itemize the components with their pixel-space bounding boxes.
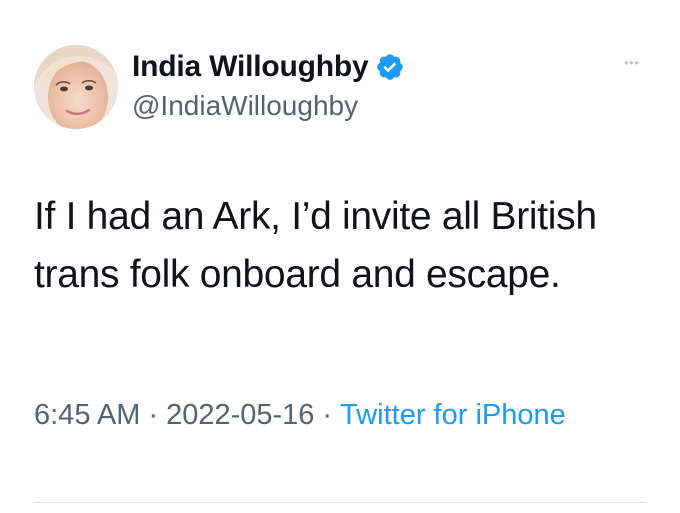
tweet-card: India Willoughby @IndiaWilloughby ••• If… [0,0,680,513]
author-display-name[interactable]: India Willoughby [132,50,369,84]
verified-badge-icon [375,52,405,82]
meta-separator: · [148,399,159,431]
author-handle[interactable]: @IndiaWilloughby [132,90,358,122]
divider [34,502,646,503]
tweet-meta: 6:45 AM · 2022-05-16 · Twitter for iPhone [34,392,634,438]
tweet-date[interactable]: 2022-05-16 [166,399,314,431]
meta-separator: · [322,399,333,431]
tweet-time[interactable]: 6:45 AM [34,399,140,431]
more-options-icon[interactable]: ••• [616,55,648,71]
tweet-text: If I had an Ark, I’d invite all British … [34,195,597,296]
avatar-photo-icon [34,45,118,129]
avatar[interactable] [34,45,118,129]
tweet-source-link[interactable]: Twitter for iPhone [340,399,566,431]
author-name-row: India Willoughby [132,47,405,87]
